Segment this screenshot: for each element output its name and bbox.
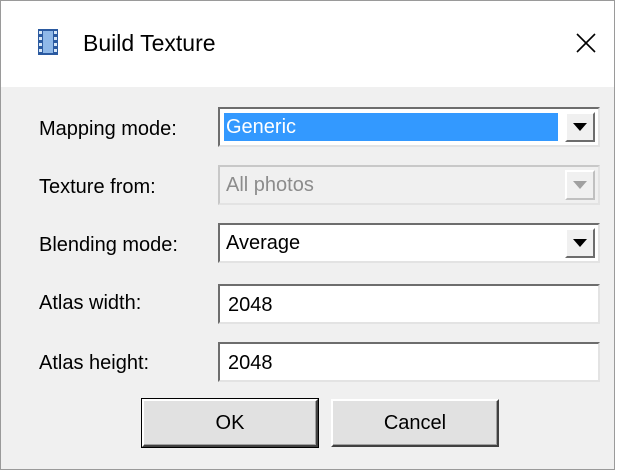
- chevron-down-icon: [573, 239, 587, 247]
- film-icon: [38, 29, 58, 55]
- mapping-mode-dropdown-button[interactable]: [565, 112, 595, 142]
- title-bar: Build Texture: [1, 1, 614, 87]
- cancel-button[interactable]: Cancel: [331, 399, 499, 447]
- texture-from-dropdown-button: [565, 170, 595, 200]
- ok-button[interactable]: OK: [141, 398, 319, 448]
- close-button[interactable]: [566, 23, 606, 63]
- blending-mode-dropdown-button[interactable]: [565, 228, 595, 258]
- mapping-mode-select[interactable]: Generic: [218, 107, 600, 147]
- atlas-width-label: Atlas width:: [39, 292, 142, 314]
- build-texture-dialog: Build Texture Mapping mode: Generic Text…: [0, 0, 615, 470]
- chevron-down-icon: [573, 181, 587, 189]
- mapping-mode-label: Mapping mode:: [39, 118, 177, 140]
- texture-from-value: All photos: [226, 174, 314, 196]
- blending-mode-label: Blending mode:: [39, 234, 178, 256]
- atlas-width-input[interactable]: [218, 284, 600, 324]
- blending-mode-value: Average: [226, 232, 301, 254]
- dialog-title: Build Texture: [83, 30, 216, 56]
- atlas-height-input[interactable]: [218, 342, 600, 382]
- atlas-height-label: Atlas height:: [39, 352, 150, 374]
- chevron-down-icon: [573, 123, 587, 131]
- mapping-mode-value: Generic: [223, 112, 559, 142]
- close-icon: [576, 33, 596, 53]
- texture-from-label: Texture from:: [39, 176, 156, 198]
- texture-from-select: All photos: [218, 165, 600, 205]
- blending-mode-select[interactable]: Average: [218, 223, 600, 263]
